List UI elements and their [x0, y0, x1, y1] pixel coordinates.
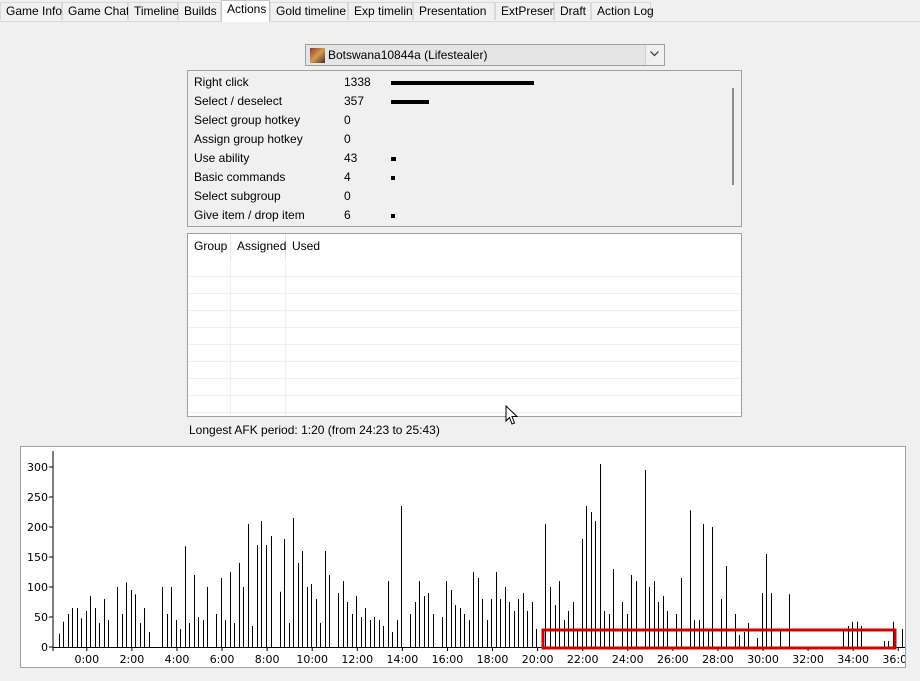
- hero-portrait-icon: [310, 48, 325, 63]
- x-tick-label: 18:00: [477, 653, 509, 666]
- x-tick-label: 32:00: [792, 653, 824, 666]
- x-tick-label: 36:00: [882, 653, 905, 666]
- tab-action-log[interactable]: Action Log: [591, 2, 654, 20]
- scrollbar-thumb[interactable]: [732, 88, 734, 185]
- action-stat-label: Use ability: [194, 151, 250, 165]
- y-tick-label: 0: [41, 641, 48, 654]
- x-tick-label: 12:00: [341, 653, 373, 666]
- x-tick-label: 2:00: [120, 653, 145, 666]
- action-stat-label: Select group hotkey: [194, 113, 301, 127]
- action-stat-label: Assign group hotkey: [194, 132, 303, 146]
- player-select-value: Botswana10844a (Lifestealer): [328, 48, 488, 62]
- action-stat-count: 1338: [344, 75, 371, 89]
- y-tick-label: 50: [34, 611, 48, 624]
- table-row-line: [188, 293, 741, 294]
- column-header-used[interactable]: Used: [286, 234, 741, 259]
- y-tick-label: 250: [27, 491, 48, 504]
- column-header-assigned[interactable]: Assigned: [231, 234, 286, 259]
- x-tick-label: 10:00: [296, 653, 328, 666]
- actions-per-time-chart: 300 250 200 150 100 50 0 0:00 2:00 4:00 6:00 8:00 10…: [20, 446, 914, 668]
- y-tick-label: 200: [27, 521, 48, 534]
- x-tick-label: 24:00: [612, 653, 644, 666]
- table-row-line: [188, 276, 741, 277]
- action-stat-bar: [391, 100, 429, 104]
- table-row-line: [188, 378, 741, 379]
- column-divider: [285, 259, 286, 416]
- y-tick-label: 150: [27, 551, 48, 564]
- x-tick-label: 22:00: [567, 653, 599, 666]
- column-divider: [230, 259, 231, 416]
- action-stat-bar: [391, 214, 395, 218]
- table-row-line: [188, 361, 741, 362]
- chevron-down-icon: [650, 51, 659, 57]
- group-hotkey-table[interactable]: Group Assigned Used: [187, 233, 742, 417]
- tab-game-info[interactable]: Game Info: [0, 2, 62, 20]
- column-header-group[interactable]: Group: [188, 234, 231, 259]
- action-stat-count: 0: [344, 113, 351, 127]
- tab-presentation[interactable]: Presentation: [413, 2, 495, 20]
- x-tick-label: 0:00: [74, 653, 99, 666]
- tab-game-chat[interactable]: Game Chat: [62, 2, 129, 20]
- table-row-line: [188, 395, 741, 396]
- action-stat-count: 0: [344, 189, 351, 203]
- x-tick-label: 6:00: [210, 653, 235, 666]
- x-tick-label: 4:00: [165, 653, 190, 666]
- x-tick-label: 28:00: [702, 653, 734, 666]
- dropdown-arrow-button[interactable]: [645, 45, 664, 65]
- action-stat-label: Give item / drop item: [194, 208, 305, 222]
- player-select[interactable]: Botswana10844a (Lifestealer): [305, 44, 665, 66]
- table-row-line: [188, 327, 741, 328]
- tab-draft[interactable]: Draft: [554, 2, 591, 20]
- table-row-line: [188, 344, 741, 345]
- table-row-line: [188, 310, 741, 311]
- tab-extpresent[interactable]: ExtPresent: [495, 2, 560, 20]
- action-stat-label: Basic commands: [194, 170, 286, 184]
- action-stat-label: Select / deselect: [194, 94, 283, 108]
- x-tick-label: 20:00: [522, 653, 554, 666]
- action-stat-bar: [391, 81, 534, 85]
- action-stat-count: 43: [344, 151, 358, 165]
- x-tick-label: 30:00: [747, 653, 779, 666]
- action-stat-count: 0: [344, 132, 351, 146]
- table-row-line: [188, 412, 741, 413]
- mouse-cursor-icon: [505, 405, 519, 425]
- action-stat-bar: [391, 176, 395, 180]
- y-tick-label: 100: [27, 581, 48, 594]
- action-stats-list[interactable]: Right click 1338 Select / deselect 357 Selec…: [187, 70, 742, 227]
- y-tick-label: 300: [27, 461, 48, 474]
- x-tick-label: 16:00: [432, 653, 464, 666]
- action-stat-label: Right click: [194, 75, 249, 89]
- action-stat-bar: [391, 157, 396, 161]
- tab-actions[interactable]: Actions: [221, 0, 270, 22]
- x-tick-label: 26:00: [657, 653, 689, 666]
- action-stat-label: Select subgroup: [194, 189, 281, 203]
- tab-builds[interactable]: Builds: [178, 2, 221, 20]
- tab-gold-timeline[interactable]: Gold timeline: [270, 2, 348, 20]
- x-tick-label: 34:00: [837, 653, 869, 666]
- tab-timeline[interactable]: Timeline: [128, 2, 179, 20]
- x-tick-label: 8:00: [255, 653, 280, 666]
- actions-chart-svg: 300 250 200 150 100 50 0 0:00 2:00 4:00 6:00 8:00 10…: [27, 451, 914, 666]
- action-stat-count: 6: [344, 208, 351, 222]
- action-stat-count: 357: [344, 94, 365, 108]
- tab-exp-timeline[interactable]: Exp timeline: [348, 2, 419, 20]
- action-stat-count: 4: [344, 170, 351, 184]
- x-tick-label: 14:00: [387, 653, 419, 666]
- afk-period-text: Longest AFK period: 1:20 (from 24:23 to …: [189, 423, 440, 437]
